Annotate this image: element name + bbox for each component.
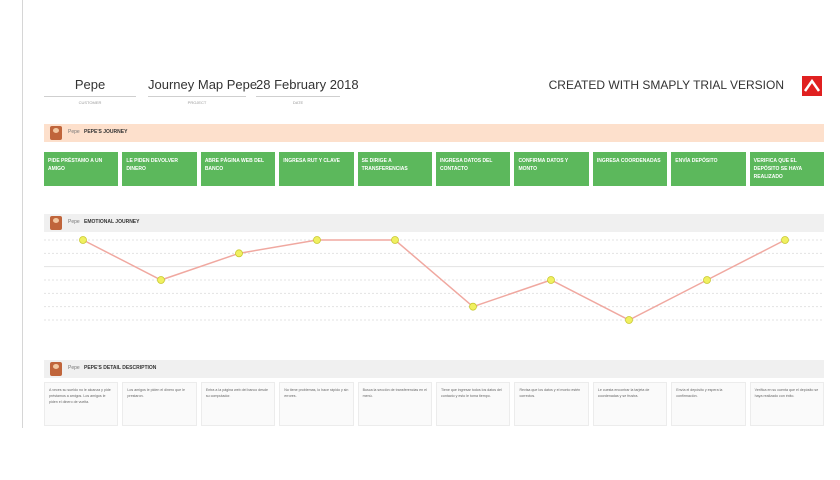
emotional-section-header: Pepe EMOTIONAL JOURNEY xyxy=(44,214,824,232)
persona-label: CUSTOMER xyxy=(78,100,102,105)
smaply-logo-icon xyxy=(802,76,822,96)
emotion-point-marker[interactable] xyxy=(547,276,555,284)
date-field[interactable]: 28 February 2018 DATE xyxy=(256,76,359,105)
journey-step[interactable]: PIDE PRÉSTAMO A UN AMIGO xyxy=(44,152,119,186)
trial-version-text: CREATED WITH SMAPLY TRIAL VERSION xyxy=(548,78,784,92)
journey-step[interactable]: INGRESA DATOS DEL CONTACTO xyxy=(436,152,511,186)
emotion-point-marker[interactable] xyxy=(157,276,165,284)
date-label: DATE xyxy=(292,100,304,105)
journey-step[interactable]: INGRESA RUT Y CLAVE xyxy=(279,152,354,186)
emotion-point-marker[interactable] xyxy=(79,236,87,244)
journey-step[interactable]: VERIFICA QUE EL DEPÓSITO SE HAYA REALIZA… xyxy=(749,152,825,186)
project-value: Journey Map Pepe xyxy=(148,77,258,92)
journey-step[interactable]: ENVÍA DEPÓSITO xyxy=(671,152,746,186)
description-cell[interactable]: Verifica en su cuenta que el depósito se… xyxy=(749,382,825,426)
persona-avatar-icon xyxy=(50,362,62,376)
journey-steps: PIDE PRÉSTAMO A UN AMIGO LE PIDEN DEVOLV… xyxy=(44,152,825,186)
persona-field[interactable]: Pepe CUSTOMER xyxy=(44,76,136,105)
emotion-point-marker[interactable] xyxy=(391,236,399,244)
emotion-point-marker[interactable] xyxy=(781,236,789,244)
description-cell[interactable]: Entra a la página web del banco desde su… xyxy=(200,382,276,426)
journey-persona-name: Pepe xyxy=(68,129,80,135)
emotional-persona-name: Pepe xyxy=(68,219,80,225)
description-section-header: Pepe PEPE'S DETAIL DESCRIPTION xyxy=(44,360,824,378)
journey-step[interactable]: SE DIRIGE A TRANSFERENCIAS xyxy=(357,152,433,186)
description-cell[interactable]: No tiene problemas, lo hace rápido y sin… xyxy=(279,382,354,426)
date-value: 28 February 2018 xyxy=(256,77,359,92)
description-cell[interactable]: Busca la sección de transferencias en el… xyxy=(357,382,433,426)
description-cell[interactable]: Envía el depósito y espera la confirmaci… xyxy=(671,382,746,426)
journey-step[interactable]: CONFIRMA DATOS Y MONTO xyxy=(514,152,589,186)
journey-step[interactable]: INGRESA COORDENADAS xyxy=(592,152,668,186)
journey-step[interactable]: ABRE PÁGINA WEB DEL BANCO xyxy=(200,152,276,186)
persona-avatar-icon xyxy=(50,126,62,140)
description-persona-name: Pepe xyxy=(68,365,80,371)
emotional-curve-chart xyxy=(44,236,824,324)
emotion-point-marker[interactable] xyxy=(235,249,243,258)
page-border xyxy=(22,0,23,428)
journey-section-title: PEPE'S JOURNEY xyxy=(84,129,128,135)
description-section-title: PEPE'S DETAIL DESCRIPTION xyxy=(84,365,157,371)
description-row: A veces su sueldo no le alcanza y pide p… xyxy=(44,382,825,426)
persona-avatar-icon xyxy=(50,216,62,230)
emotion-point-marker[interactable] xyxy=(313,236,321,244)
emotional-section-title: EMOTIONAL JOURNEY xyxy=(84,219,140,225)
journey-section-header: Pepe PEPE'S JOURNEY xyxy=(44,124,824,142)
description-cell[interactable]: A veces su sueldo no le alcanza y pide p… xyxy=(44,382,119,426)
project-label: PROJECT xyxy=(187,100,207,105)
journey-step[interactable]: LE PIDEN DEVOLVER DINERO xyxy=(122,152,197,186)
emotion-point-marker[interactable] xyxy=(625,316,633,324)
description-cell[interactable]: Revisa que los datos y el monto estén co… xyxy=(514,382,589,426)
map-header: Pepe CUSTOMER Journey Map Pepe PROJECT 2… xyxy=(44,76,824,106)
project-field[interactable]: Journey Map Pepe PROJECT xyxy=(148,76,258,105)
description-cell[interactable]: Los amigos le piden el dinero que le pre… xyxy=(122,382,197,426)
persona-value: Pepe xyxy=(74,77,106,92)
emotion-point-marker[interactable] xyxy=(703,276,711,284)
emotion-point-marker[interactable] xyxy=(469,302,477,311)
description-cell[interactable]: Le cuesta encontrar la tarjeta de coorde… xyxy=(592,382,668,426)
description-cell[interactable]: Tiene que ingresar todos los datos del c… xyxy=(436,382,511,426)
